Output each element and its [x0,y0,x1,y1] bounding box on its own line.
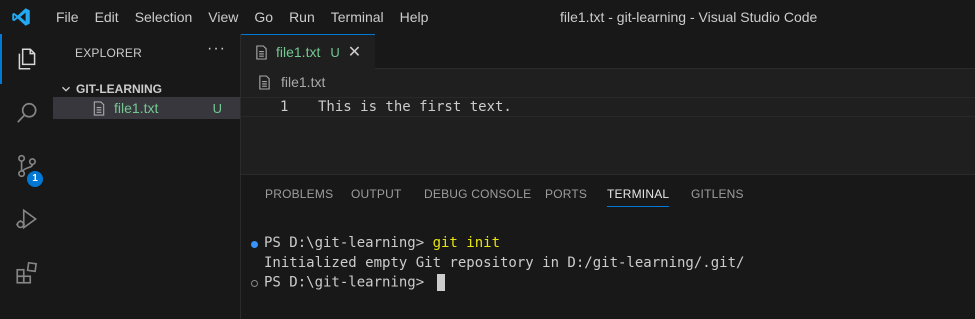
source-control-badge: 1 [27,171,43,187]
menu-help[interactable]: Help [392,0,437,34]
menu-terminal[interactable]: Terminal [323,0,392,34]
menu-view[interactable]: View [200,0,246,34]
terminal-line-1: PS D:\git-learning> git init [264,235,500,251]
folder-label: GIT-LEARNING [76,82,162,96]
terminal-prompt: PS D:\git-learning> [264,274,433,291]
menu-run[interactable]: Run [281,0,323,34]
tab-terminal[interactable]: TERMINAL [607,187,670,207]
explorer-sidebar: EXPLORER ··· GIT-LEARNING file1.txt U [53,34,241,319]
explorer-icon [18,48,35,70]
breadcrumb[interactable]: file1.txt [258,74,325,90]
tab-debug-console[interactable]: DEBUG CONSOLE [424,187,531,201]
tab-problems[interactable]: PROBLEMS [265,187,333,201]
file-item-file1[interactable]: file1.txt U [53,97,240,119]
more-actions-button[interactable]: ··· [207,40,226,58]
terminal-line-3[interactable]: PS D:\git-learning> [264,274,445,291]
extensions-icon [15,261,37,284]
text-file-icon [259,74,270,90]
text-file-icon [256,44,267,60]
terminal-command: git init [432,235,501,251]
title-bar: File Edit Selection View Go Run Terminal… [0,0,975,34]
run-debug-icon [15,208,37,230]
code-line[interactable]: This is the first text. [318,99,512,115]
text-file-icon [93,100,105,116]
file-status-untracked: U [212,100,222,116]
terminal-cursor [436,274,445,291]
activity-search[interactable] [0,88,53,138]
sidebar-title: EXPLORER [75,46,142,60]
close-tab-button[interactable]: ✕ [348,42,361,62]
bottom-panel: PROBLEMS OUTPUT DEBUG CONSOLE PORTS TERM… [241,174,975,319]
command-success-decoration[interactable] [251,241,258,248]
activity-bar: 1 [0,34,53,319]
tab-gitlens[interactable]: GITLENS [691,187,744,201]
terminal-prompt: PS D:\git-learning> [264,235,433,251]
menu-edit[interactable]: Edit [87,0,127,34]
menu-selection[interactable]: Selection [127,0,201,34]
activity-run-debug[interactable] [0,194,53,244]
activity-source-control[interactable]: 1 [0,141,53,191]
terminal-output: Initialized empty Git repository in D:/g… [264,255,745,271]
tab-label: file1.txt [276,44,321,60]
chevron-down-icon [62,86,70,92]
search-icon [16,102,37,123]
command-pending-decoration[interactable] [251,280,258,287]
tab-file1[interactable]: file1.txt U ✕ [241,34,375,69]
editor-tab-bar: file1.txt U ✕ [241,34,975,69]
tab-status: U [330,44,340,60]
line-number: 1 [280,99,289,115]
activity-explorer[interactable] [0,34,53,84]
file-name: file1.txt [114,100,159,116]
window-title: file1.txt - git-learning - Visual Studio… [560,9,818,25]
breadcrumb-file: file1.txt [281,74,326,90]
tab-ports[interactable]: PORTS [545,187,587,201]
menu-go[interactable]: Go [246,0,281,34]
tab-output[interactable]: OUTPUT [351,187,402,201]
menu-file[interactable]: File [48,0,87,34]
vscode-logo-icon [12,8,30,26]
activity-extensions[interactable] [0,248,53,298]
panel-tabs: PROBLEMS OUTPUT DEBUG CONSOLE PORTS TERM… [241,175,975,213]
